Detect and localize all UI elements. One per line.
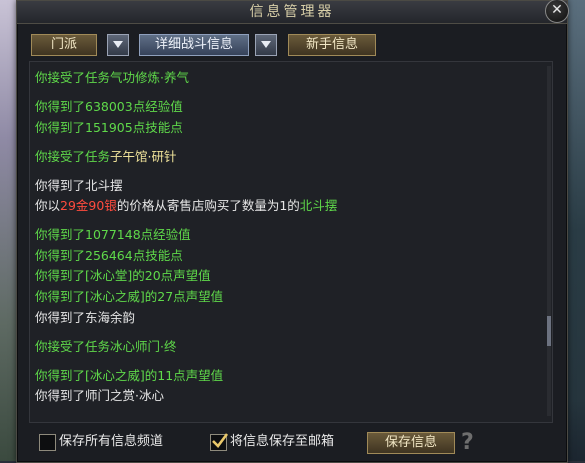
bottom-bar: 保存所有信息频道 将信息保存至邮箱 保存信息 ?	[17, 429, 567, 455]
chevron-down-icon	[261, 41, 271, 48]
log-segment: 你得到了东海余韵	[35, 310, 136, 325]
log-scrollbar[interactable]	[547, 66, 551, 416]
info-manager-window: 信息管理器 ✕ 门派 详细战斗信息 新手信息 你接受了任务气功修炼·养气 你得到了…	[16, 0, 569, 463]
log-segment: 你得到了[冰心之威]的11点声望值	[35, 368, 224, 383]
help-icon[interactable]: ?	[461, 431, 474, 455]
log-segment: 你得到了北斗摆	[35, 178, 123, 193]
save-all-channels-checkbox[interactable]	[39, 434, 56, 451]
log-line: 你以29金90银的价格从寄售店购买了数量为1的北斗摆	[35, 197, 337, 215]
log-segment: 你接受了任务气功修炼·养气	[35, 70, 189, 85]
log-segment: 你得到了[冰心之威]的27点声望值	[35, 289, 224, 304]
message-log[interactable]: 你接受了任务气功修炼·养气 你得到了638003点经验值 你得到了151905点技能…	[29, 61, 553, 423]
log-segment: 你得到了256464点技能点	[35, 248, 183, 263]
log-line: 你接受了任务冰心师门·终	[35, 338, 176, 356]
detail-combat-info-button[interactable]: 详细战斗信息	[139, 34, 249, 56]
save-to-mail-label: 将信息保存至邮箱	[230, 434, 335, 449]
log-line: 你接受了任务子午馆·研针	[35, 148, 177, 166]
log-segment: 你得到了1077148点经验值	[35, 227, 191, 242]
log-line: 你得到了638003点经验值	[35, 98, 183, 116]
chevron-down-icon	[113, 41, 123, 48]
log-segment: 你得到了师门之赏·冰心	[35, 388, 164, 403]
newbie-info-button[interactable]: 新手信息	[288, 34, 376, 56]
log-line: 你接受了任务气功修炼·养气	[35, 69, 189, 87]
log-segment: 你接受了任务冰心师门·终	[35, 339, 177, 354]
log-line: 你得到了151905点技能点	[35, 119, 183, 137]
checkmark-icon	[212, 433, 229, 448]
save-all-channels-label: 保存所有信息频道	[59, 434, 164, 449]
log-line: 你得到了1077148点经验值	[35, 226, 191, 244]
log-segment: 北斗摆	[299, 198, 338, 213]
log-segment: 子午馆·研针	[110, 149, 177, 164]
title-bar[interactable]: 信息管理器	[17, 1, 567, 24]
log-line: 你得到了[冰心之威]的27点声望值	[35, 288, 223, 306]
log-scroll-thumb[interactable]	[547, 316, 551, 346]
faction-dropdown-toggle[interactable]	[107, 34, 129, 56]
log-segment: 的价格从寄售店购买了数量为1的	[116, 198, 300, 213]
log-line: 你得到了[冰心之威]的11点声望值	[35, 367, 223, 385]
log-segment: 你接受了任务	[35, 149, 111, 164]
log-line: 你得到了[冰心堂]的20点声望值	[35, 267, 211, 285]
log-segment: 你得到了151905点技能点	[35, 120, 183, 135]
log-line: 你得到了师门之赏·冰心	[35, 387, 164, 405]
log-line: 你得到了东海余韵	[35, 309, 135, 327]
faction-channel-button[interactable]: 门派	[31, 34, 97, 56]
log-line: 你得到了北斗摆	[35, 177, 123, 195]
close-button[interactable]: ✕	[545, 0, 569, 23]
save-to-mail-checkbox[interactable]	[210, 433, 229, 451]
save-info-button[interactable]: 保存信息	[367, 432, 455, 454]
log-segment: 你得到了[冰心堂]的20点声望值	[35, 268, 211, 283]
log-segment: 你以	[35, 198, 61, 213]
close-icon: ✕	[551, 2, 563, 18]
log-segment: 你得到了638003点经验值	[35, 99, 183, 114]
log-line: 你得到了256464点技能点	[35, 247, 183, 265]
detail-dropdown-toggle[interactable]	[255, 34, 277, 56]
log-segment: 29金90银	[60, 198, 117, 213]
window-title: 信息管理器	[249, 4, 335, 20]
